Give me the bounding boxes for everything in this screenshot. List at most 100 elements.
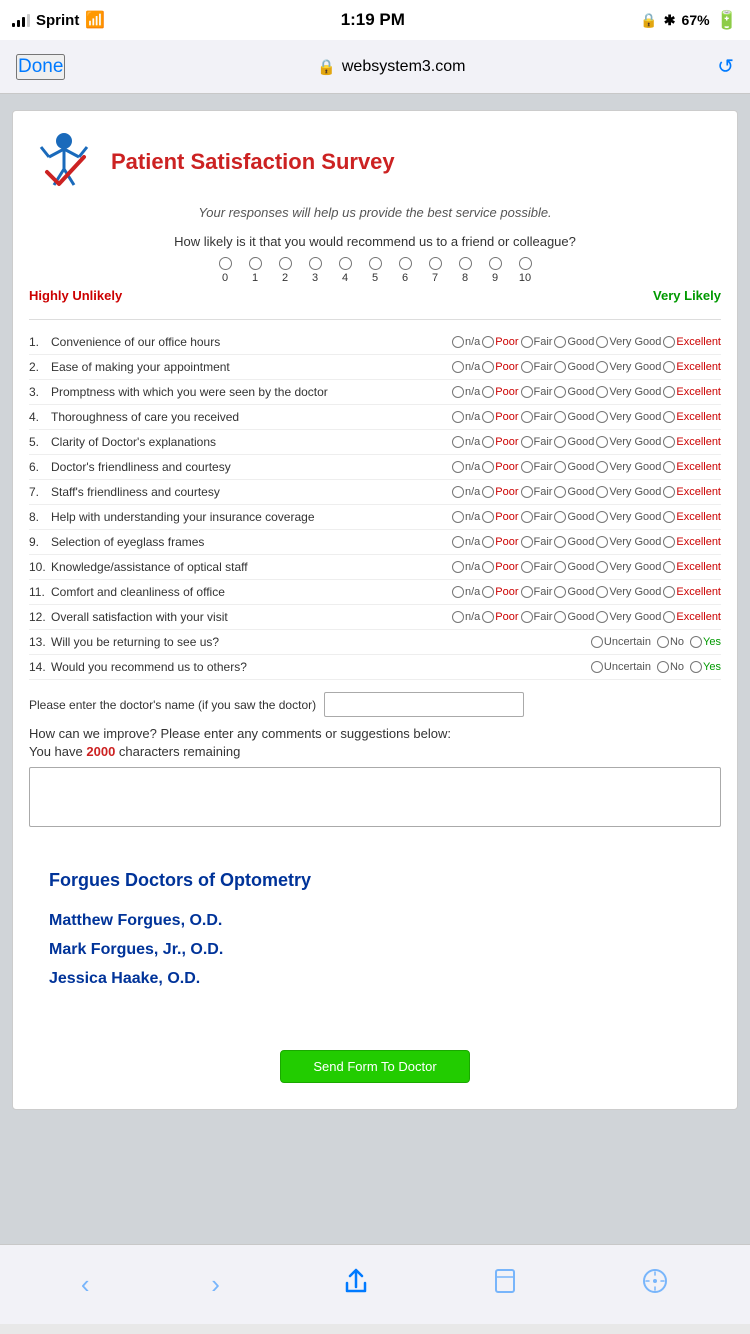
scale-1[interactable]: 1 (240, 257, 270, 284)
q7-poor[interactable]: Poor (482, 486, 518, 498)
q12-fair[interactable]: Fair (521, 611, 553, 623)
q8-poor[interactable]: Poor (482, 511, 518, 523)
q10-verygood[interactable]: Very Good (596, 561, 661, 573)
q8-fair[interactable]: Fair (521, 511, 553, 523)
q9-good[interactable]: Good (554, 536, 594, 548)
q11-verygood[interactable]: Very Good (596, 586, 661, 598)
q5-verygood[interactable]: Very Good (596, 436, 661, 448)
q10-good[interactable]: Good (554, 561, 594, 573)
refresh-button[interactable]: ↺ (717, 54, 734, 79)
q6-na[interactable]: n/a (452, 461, 480, 473)
doctor-name-input[interactable] (324, 692, 524, 717)
q6-verygood[interactable]: Very Good (596, 461, 661, 473)
q5-fair[interactable]: Fair (521, 436, 553, 448)
back-button[interactable]: ‹ (81, 1269, 90, 1300)
q3-verygood[interactable]: Very Good (596, 386, 661, 398)
q10-excellent[interactable]: Excellent (663, 561, 721, 573)
scale-6[interactable]: 6 (390, 257, 420, 284)
scale-8[interactable]: 8 (450, 257, 480, 284)
q9-verygood[interactable]: Very Good (596, 536, 661, 548)
comments-textarea[interactable] (29, 767, 721, 827)
q6-fair[interactable]: Fair (521, 461, 553, 473)
forward-button[interactable]: › (211, 1269, 220, 1300)
q4-na[interactable]: n/a (452, 411, 480, 423)
bookmarks-button[interactable] (491, 1267, 519, 1302)
scale-4[interactable]: 4 (330, 257, 360, 284)
q7-fair[interactable]: Fair (521, 486, 553, 498)
q10-na[interactable]: n/a (452, 561, 480, 573)
q7-good[interactable]: Good (554, 486, 594, 498)
q5-na[interactable]: n/a (452, 436, 480, 448)
q2-verygood[interactable]: Very Good (596, 361, 661, 373)
q8-good[interactable]: Good (554, 511, 594, 523)
q11-na[interactable]: n/a (452, 586, 480, 598)
submit-button[interactable]: Send Form To Doctor (280, 1050, 469, 1083)
q12-excellent[interactable]: Excellent (663, 611, 721, 623)
q13-no[interactable]: No (657, 636, 684, 648)
q11-good[interactable]: Good (554, 586, 594, 598)
q7-excellent[interactable]: Excellent (663, 486, 721, 498)
q8-excellent[interactable]: Excellent (663, 511, 721, 523)
q8-na[interactable]: n/a (452, 511, 480, 523)
q2-good[interactable]: Good (554, 361, 594, 373)
q2-fair[interactable]: Fair (521, 361, 553, 373)
url-bar[interactable]: 🔒 websystem3.com (317, 58, 465, 76)
q9-poor[interactable]: Poor (482, 536, 518, 548)
q1-good[interactable]: Good (554, 336, 594, 348)
q12-good[interactable]: Good (554, 611, 594, 623)
q3-excellent[interactable]: Excellent (663, 386, 721, 398)
q4-verygood[interactable]: Very Good (596, 411, 661, 423)
q1-fair[interactable]: Fair (521, 336, 553, 348)
q14-yes[interactable]: Yes (690, 661, 721, 673)
q9-fair[interactable]: Fair (521, 536, 553, 548)
q7-na[interactable]: n/a (452, 486, 480, 498)
q11-poor[interactable]: Poor (482, 586, 518, 598)
q11-fair[interactable]: Fair (521, 586, 553, 598)
q2-na[interactable]: n/a (452, 361, 480, 373)
q4-excellent[interactable]: Excellent (663, 411, 721, 423)
q4-poor[interactable]: Poor (482, 411, 518, 423)
scale-0[interactable]: 0 (210, 257, 240, 284)
q4-fair[interactable]: Fair (521, 411, 553, 423)
q2-excellent[interactable]: Excellent (663, 361, 721, 373)
scale-7[interactable]: 7 (420, 257, 450, 284)
q11-excellent[interactable]: Excellent (663, 586, 721, 598)
scale-2[interactable]: 2 (270, 257, 300, 284)
q10-poor[interactable]: Poor (482, 561, 518, 573)
q4-good[interactable]: Good (554, 411, 594, 423)
q1-excellent[interactable]: Excellent (663, 336, 721, 348)
q6-good[interactable]: Good (554, 461, 594, 473)
q3-fair[interactable]: Fair (521, 386, 553, 398)
q6-excellent[interactable]: Excellent (663, 461, 721, 473)
q6-poor[interactable]: Poor (482, 461, 518, 473)
q12-verygood[interactable]: Very Good (596, 611, 661, 623)
share-button[interactable] (342, 1267, 370, 1302)
q13-uncertain[interactable]: Uncertain (591, 636, 651, 648)
q5-good[interactable]: Good (554, 436, 594, 448)
q7-verygood[interactable]: Very Good (596, 486, 661, 498)
q3-poor[interactable]: Poor (482, 386, 518, 398)
scale-10[interactable]: 10 (510, 257, 540, 284)
q3-good[interactable]: Good (554, 386, 594, 398)
q14-uncertain[interactable]: Uncertain (591, 661, 651, 673)
q12-poor[interactable]: Poor (482, 611, 518, 623)
q1-na[interactable]: n/a (452, 336, 480, 348)
q2-poor[interactable]: Poor (482, 361, 518, 373)
q12-na[interactable]: n/a (452, 611, 480, 623)
q10-fair[interactable]: Fair (521, 561, 553, 573)
q14-no[interactable]: No (657, 661, 684, 673)
q1-poor[interactable]: Poor (482, 336, 518, 348)
q8-verygood[interactable]: Very Good (596, 511, 661, 523)
q3-na[interactable]: n/a (452, 386, 480, 398)
compass-button[interactable] (641, 1267, 669, 1302)
q9-na[interactable]: n/a (452, 536, 480, 548)
q9-excellent[interactable]: Excellent (663, 536, 721, 548)
q5-excellent[interactable]: Excellent (663, 436, 721, 448)
scale-9[interactable]: 9 (480, 257, 510, 284)
q13-yes[interactable]: Yes (690, 636, 721, 648)
q5-poor[interactable]: Poor (482, 436, 518, 448)
done-button[interactable]: Done (16, 54, 65, 80)
q1-verygood[interactable]: Very Good (596, 336, 661, 348)
scale-5[interactable]: 5 (360, 257, 390, 284)
scale-3[interactable]: 3 (300, 257, 330, 284)
